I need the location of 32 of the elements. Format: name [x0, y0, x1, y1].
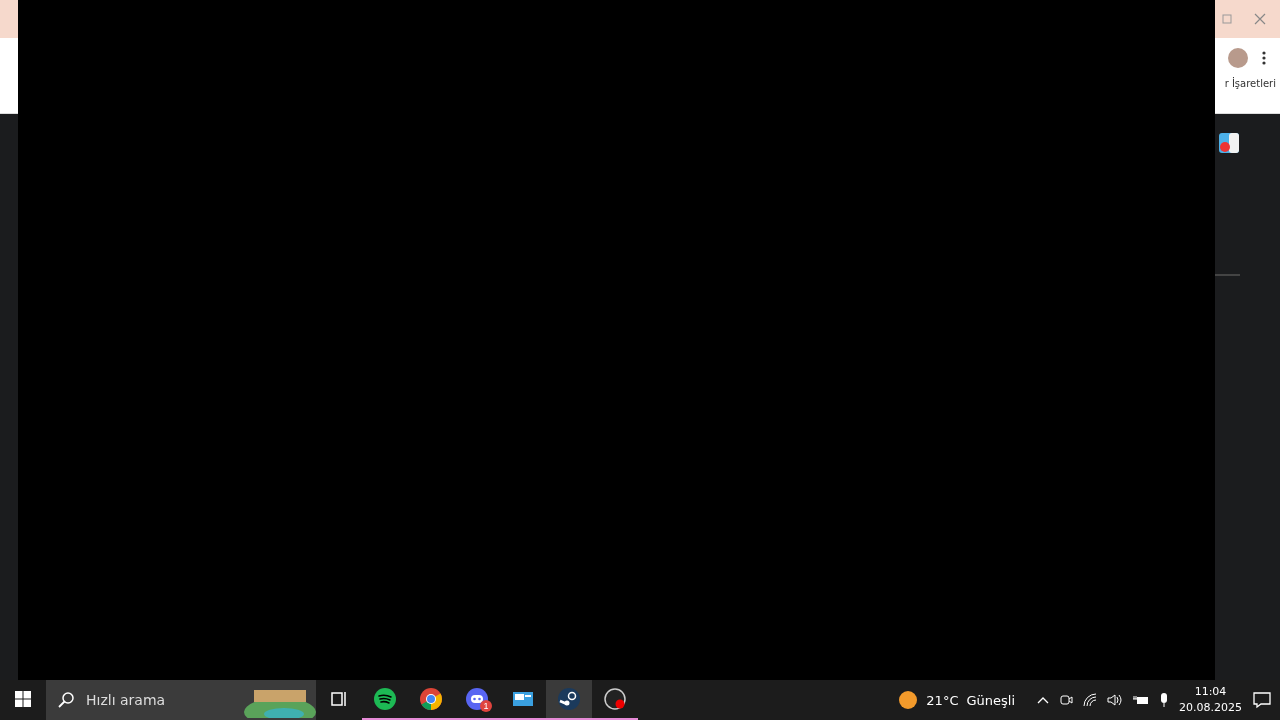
task-view-icon — [329, 689, 349, 709]
camera-icon — [1059, 693, 1073, 707]
steam-taskbar-button[interactable] — [546, 680, 592, 720]
extension-icon — [1218, 132, 1240, 154]
restore-icon — [1222, 14, 1232, 24]
notification-badge: 1 — [480, 700, 492, 712]
battery-icon — [1133, 694, 1149, 706]
chrome-icon — [420, 688, 442, 710]
spotify-icon — [374, 688, 396, 710]
chevron-up-icon — [1037, 696, 1049, 704]
discord-taskbar-button[interactable]: 1 — [454, 680, 500, 720]
close-icon — [1254, 13, 1266, 25]
weather-condition-text[interactable]: Güneşli — [966, 692, 1015, 708]
profile-avatar[interactable] — [1228, 48, 1248, 68]
steam-icon — [558, 688, 580, 710]
obs-icon — [604, 688, 626, 710]
sun-icon — [898, 690, 919, 710]
bookmarks-label[interactable]: r İşaretleri — [1224, 78, 1276, 89]
search-icon — [58, 692, 74, 708]
search-bar[interactable]: Hızlı arama — [46, 680, 316, 720]
clock[interactable]: 11:04 20.08.2025 — [1179, 684, 1242, 716]
monitor-app-icon — [512, 690, 534, 708]
volume-icon — [1107, 693, 1123, 707]
date-text: 20.08.2025 — [1179, 700, 1242, 716]
time-text: 11:04 — [1194, 684, 1227, 700]
windows-icon — [15, 691, 31, 707]
temperature-text[interactable]: 21°C — [926, 692, 959, 708]
microphone-icon — [1159, 693, 1169, 707]
search-input[interactable]: Hızlı arama — [84, 691, 234, 709]
wifi-icon — [1083, 693, 1097, 707]
notification-icon — [1252, 691, 1272, 709]
menu-icon — [1262, 51, 1266, 65]
